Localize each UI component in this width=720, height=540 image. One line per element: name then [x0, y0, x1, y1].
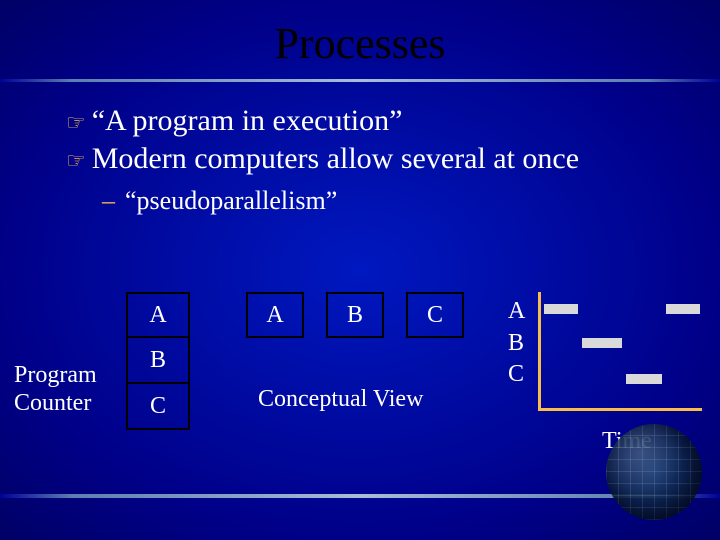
pc-line2: Counter [14, 390, 91, 416]
title-divider [0, 79, 720, 82]
bullet-2: ☞ Modern computers allow several at once [66, 142, 720, 176]
series-label: C [508, 359, 525, 391]
gantt-y-labels: A B C [508, 296, 525, 391]
pointer-icon: ☞ [66, 112, 86, 134]
program-counter-label: Program Counter [14, 362, 97, 417]
gantt-bar-b [582, 338, 622, 348]
stack-cell: C [126, 384, 190, 430]
stack-cell: A [126, 292, 190, 338]
gantt-y-axis [538, 292, 541, 410]
stack-cell: B [126, 338, 190, 384]
gantt-x-axis [538, 408, 702, 411]
series-label: A [508, 296, 525, 328]
gantt-bar-a [544, 304, 578, 314]
slide-title: Processes [0, 0, 720, 77]
subbullet-1-text: “pseudoparallelism” [125, 186, 337, 216]
pointer-icon: ☞ [66, 150, 86, 172]
bullet-1: ☞ “A program in execution” [66, 104, 720, 138]
process-row: A B C [246, 292, 464, 338]
bullet-2-text: Modern computers allow several at once [92, 142, 579, 176]
row-cell: A [246, 292, 304, 338]
pc-line1: Program [14, 362, 97, 388]
conceptual-view-label: Conceptual View [258, 386, 423, 413]
subbullet-1: – “pseudoparallelism” [102, 186, 720, 216]
series-label: B [508, 328, 525, 360]
bullet-list: ☞ “A program in execution” ☞ Modern comp… [0, 104, 720, 216]
bullet-1-text: “A program in execution” [92, 104, 403, 138]
dash-icon: – [102, 186, 115, 216]
row-cell: B [326, 292, 384, 338]
gantt-bar-c [626, 374, 662, 384]
gantt-bar-a [666, 304, 700, 314]
row-cell: C [406, 292, 464, 338]
gantt-chart [538, 292, 704, 420]
globe-icon [606, 424, 702, 520]
process-stack: A B C [126, 292, 190, 430]
